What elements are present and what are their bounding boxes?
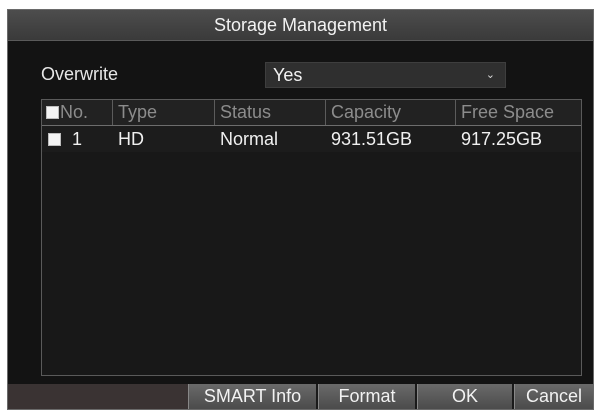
column-header-capacity: Capacity [325, 100, 455, 125]
disk-table: No. Type Status Capacity Free Space 1 HD… [41, 99, 582, 376]
column-header-type: Type [112, 100, 214, 125]
table-header: No. Type Status Capacity Free Space [42, 100, 581, 126]
cell-type: HD [118, 129, 144, 149]
smart-info-button[interactable]: SMART Info [188, 384, 316, 409]
footer-spacer [8, 384, 188, 409]
overwrite-label: Overwrite [41, 64, 119, 84]
overwrite-select[interactable]: Yes ⌄ [265, 62, 506, 88]
column-header-no: No. [60, 102, 89, 122]
window-title: Storage Management [8, 10, 593, 41]
format-button[interactable]: Format [318, 384, 415, 409]
column-header-status: Status [214, 100, 325, 125]
cancel-button[interactable]: Cancel [514, 384, 593, 409]
cell-capacity: 931.51GB [331, 129, 413, 149]
storage-management-window: Storage Management Overwrite Yes ⌄ No. T… [7, 9, 594, 410]
chevron-down-icon: ⌄ [485, 69, 495, 81]
row-checkbox[interactable] [48, 133, 61, 146]
cell-no: 1 [72, 129, 83, 149]
ok-button[interactable]: OK [417, 384, 512, 409]
column-header-free-space: Free Space [455, 100, 582, 125]
button-bar: SMART Info Format OK Cancel [8, 384, 593, 409]
overwrite-value: Yes [273, 65, 303, 85]
cell-free-space: 917.25GB [461, 129, 543, 149]
select-all-checkbox[interactable] [46, 106, 59, 119]
cell-status: Normal [220, 129, 279, 149]
table-row[interactable]: 1 HD Normal 931.51GB 917.25GB [42, 126, 581, 152]
